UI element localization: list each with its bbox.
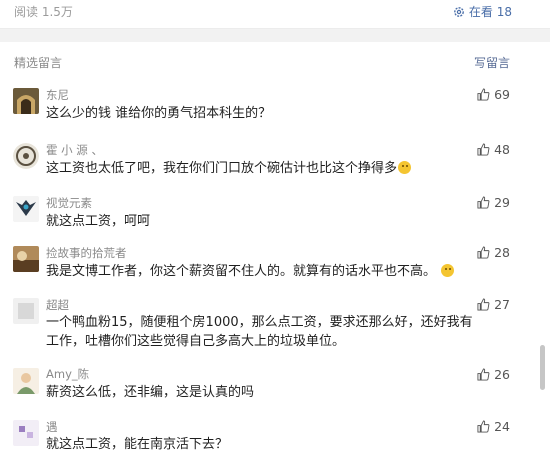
comment-text: 薪资这么低，还非编，这是认真的吗 (46, 385, 255, 400)
avatar[interactable] (13, 420, 39, 446)
like-button[interactable]: 29 (477, 195, 510, 210)
avatar[interactable] (13, 196, 39, 222)
comment-nickname[interactable]: 视觉元素 (46, 195, 92, 211)
like-count: 24 (494, 419, 510, 434)
comment-nickname[interactable]: 捡故事的拾荒者 (46, 245, 127, 261)
thumbs-up-icon (477, 143, 490, 156)
like-count: 28 (494, 245, 510, 260)
comment-nickname[interactable]: 东尼 (46, 87, 69, 103)
section-divider (0, 29, 550, 42)
thumbs-up-icon (477, 420, 490, 433)
like-button[interactable]: 27 (477, 297, 510, 312)
comment-text: 就这点工资，呵呵 (46, 214, 151, 229)
like-count: 29 (494, 195, 510, 210)
like-count: 27 (494, 297, 510, 312)
gear-icon (454, 6, 464, 17)
comment-text: 我是文博工作者，你这个薪资留不住人的。就算有的话水平也不高。 (46, 262, 481, 281)
featured-comments-title: 精选留言 (14, 56, 63, 70)
comment-text: 这么少的钱 谁给你的勇气招本科生的？ (46, 106, 272, 121)
comment-text: 就这点工资，能在南京活下去？ (46, 437, 229, 452)
comment-text: 这工资也太低了吧，我在你们门口放个碗估计也比这个挣得多 (46, 159, 481, 178)
comment-text-body: 我是文博工作者，你这个薪资留不住人的。就算有的话水平也不高。 (46, 264, 437, 279)
avatar[interactable] (13, 246, 39, 272)
avatar[interactable] (13, 88, 39, 114)
article-stats-bar: 阅读 1.5万 在看 18 (0, 0, 550, 29)
watching-button[interactable]: 在看 18 (453, 3, 512, 20)
smile-emoji-icon (398, 161, 412, 174)
comment-nickname[interactable]: 超超 (46, 297, 69, 313)
avatar[interactable] (13, 368, 39, 394)
like-count: 69 (494, 87, 510, 102)
smile-emoji-icon (441, 264, 455, 277)
like-button[interactable]: 48 (477, 142, 510, 157)
like-count: 48 (494, 142, 510, 157)
thumbs-up-icon (477, 298, 490, 311)
like-count: 26 (494, 367, 510, 382)
avatar[interactable] (13, 298, 39, 324)
thumbs-up-icon (477, 196, 490, 209)
like-button[interactable]: 24 (477, 419, 510, 434)
thumbs-up-icon (477, 368, 490, 381)
scrollbar-thumb[interactable] (540, 345, 545, 390)
like-button[interactable]: 28 (477, 245, 510, 260)
comment-nickname[interactable]: Amy_陈 (46, 366, 89, 382)
write-comment-link[interactable]: 写留言 (474, 54, 510, 71)
watching-label: 在看 18 (468, 5, 512, 19)
comment-nickname[interactable]: 霍 小 源 、 (46, 142, 103, 158)
comment-text-body: 这工资也太低了吧，我在你们门口放个碗估计也比这个挣得多 (46, 161, 398, 176)
comment-nickname[interactable]: 遇 (46, 419, 58, 435)
avatar[interactable] (13, 143, 39, 169)
thumbs-up-icon (477, 88, 490, 101)
read-count: 阅读 1.5万 (14, 5, 73, 19)
like-button[interactable]: 26 (477, 367, 510, 382)
thumbs-up-icon (477, 246, 490, 259)
comment-text: 一个鸭血粉15，随便租个房1000，那么点工资，要求还那么好，还好我有工作，吐槽… (46, 315, 473, 349)
like-button[interactable]: 69 (477, 87, 510, 102)
